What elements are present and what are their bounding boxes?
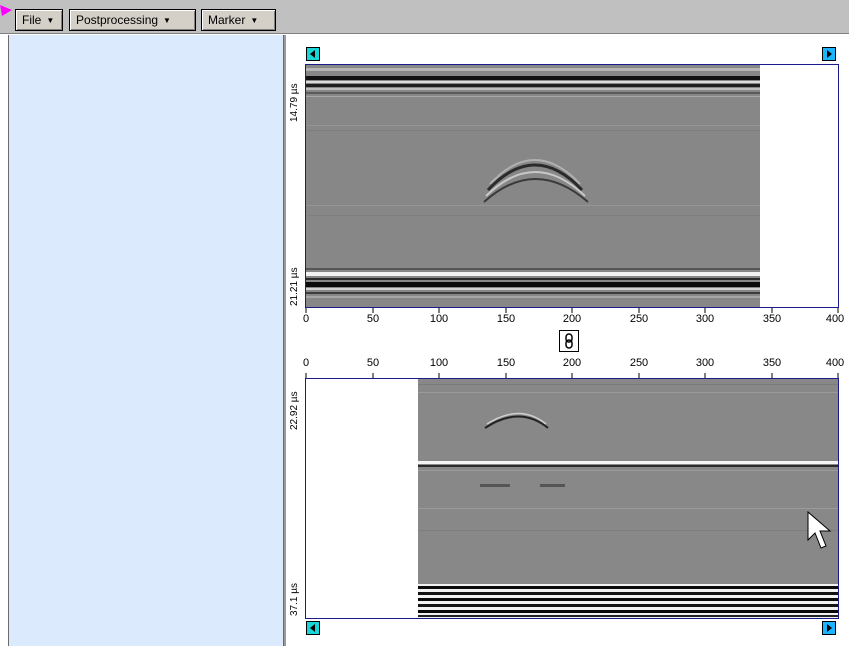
x-tick-label: 50 xyxy=(366,357,380,369)
top-bscan-frame[interactable] xyxy=(305,64,839,308)
x-tick-label: 350 xyxy=(762,313,782,325)
scroll-right-icon[interactable] xyxy=(822,47,836,61)
x-tick-label: 150 xyxy=(496,357,516,369)
scroll-right-icon[interactable] xyxy=(822,621,836,635)
x-tick-label: 0 xyxy=(302,357,310,369)
bottom-bscan-frame[interactable] xyxy=(305,378,839,619)
marker-menu-button[interactable]: Marker ▼ xyxy=(201,9,276,31)
x-tick-label: 400 xyxy=(825,357,845,369)
x-tick-label: 100 xyxy=(429,313,449,325)
postprocessing-menu-label: Postprocessing xyxy=(76,13,159,27)
marker-menu-label: Marker xyxy=(208,13,246,27)
dropdown-arrow-icon: ▼ xyxy=(250,15,259,25)
x-tick-label: 250 xyxy=(629,313,649,325)
postprocessing-menu-button[interactable]: Postprocessing ▼ xyxy=(69,9,196,31)
dropdown-arrow-icon: ▼ xyxy=(46,15,55,25)
x-tick-label: 300 xyxy=(695,357,715,369)
dropdown-arrow-icon: ▼ xyxy=(163,15,171,25)
time-start-label: 22.92 µs xyxy=(289,391,300,430)
time-start-label: 14.79 µs xyxy=(289,83,300,122)
x-tick-label: 200 xyxy=(562,357,582,369)
time-end-label: 21.21 µs xyxy=(289,267,300,306)
x-tick-label: 200 xyxy=(562,313,582,325)
time-end-label: 37.1 µs xyxy=(289,582,300,616)
menu-toolbar: File ▼ Postprocessing ▼ Marker ▼ xyxy=(0,0,849,34)
x-tick-label: 250 xyxy=(629,357,649,369)
x-tick-label: 150 xyxy=(496,313,516,325)
x-tick-label: 0 xyxy=(302,313,310,325)
x-tick-label: 300 xyxy=(695,313,715,325)
corner-marker-icon xyxy=(0,5,12,16)
scroll-left-icon[interactable] xyxy=(306,47,320,61)
link-views-button[interactable] xyxy=(559,330,579,352)
scroll-left-icon[interactable] xyxy=(306,621,320,635)
x-tick-label: 400 xyxy=(825,313,845,325)
link-icon xyxy=(565,333,573,349)
x-tick-label: 350 xyxy=(762,357,782,369)
sidebar-panel[interactable] xyxy=(8,35,284,646)
x-tick-label: 50 xyxy=(366,313,380,325)
x-tick-label: 100 xyxy=(429,357,449,369)
